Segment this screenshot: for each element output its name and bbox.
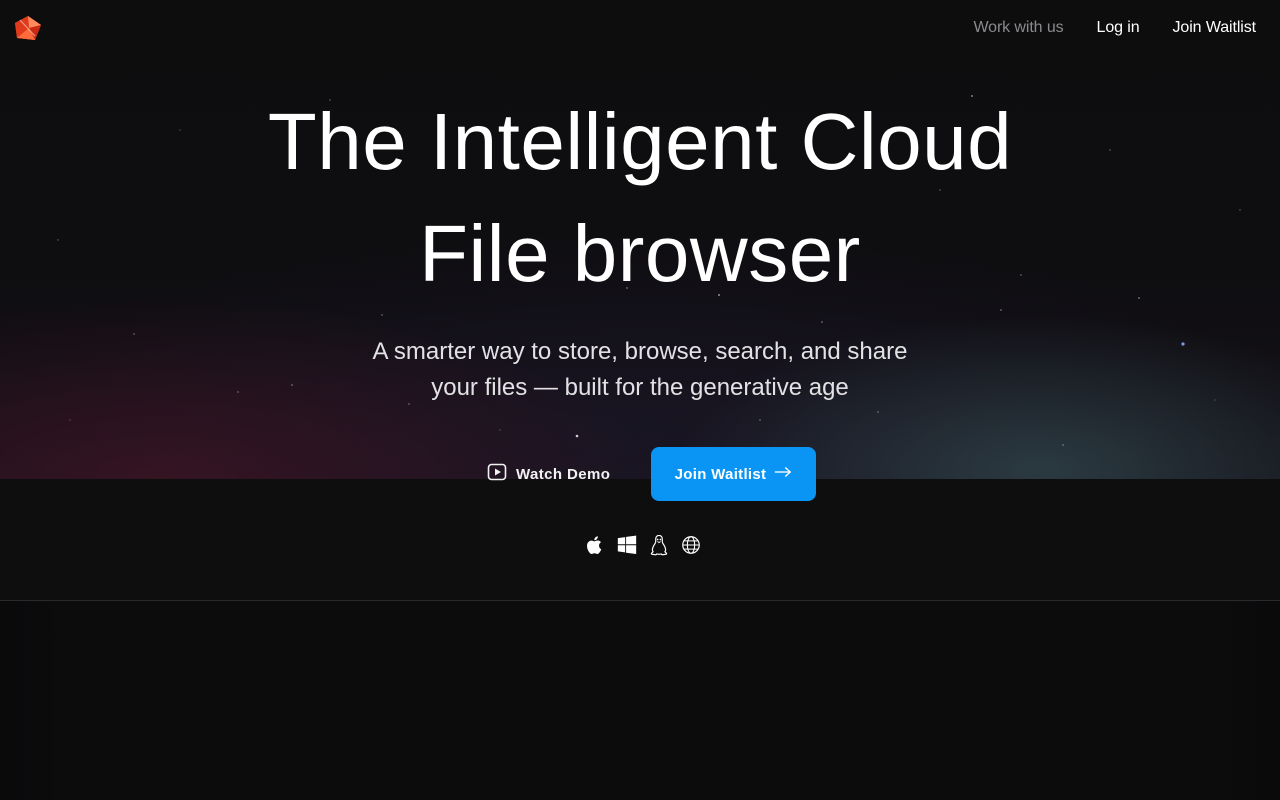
- hero-subheading-line-1: A smarter way to store, browse, search, …: [372, 338, 908, 365]
- globe-icon: [679, 533, 703, 557]
- play-icon: [487, 462, 507, 487]
- arrow-right-icon: [774, 465, 792, 484]
- linux-icon: [647, 533, 671, 557]
- windows-icon: [615, 533, 639, 557]
- hero-subheading-line-2: your files — built for the generative ag…: [431, 374, 849, 401]
- nav-join-waitlist-link[interactable]: Join Waitlist: [1173, 19, 1257, 37]
- hero-headline: The Intelligent Cloud File browser: [0, 86, 1280, 310]
- landing-page: Work with us Log in Join Waitlist The In…: [0, 0, 1280, 800]
- hero-headline-line-2: File browser: [419, 209, 861, 298]
- next-section: [0, 601, 1280, 800]
- join-waitlist-button[interactable]: Join Waitlist: [651, 447, 816, 501]
- nav-work-with-us-link[interactable]: Work with us: [973, 19, 1063, 37]
- hero-subheading: A smarter way to store, browse, search, …: [0, 334, 1280, 406]
- join-waitlist-label: Join Waitlist: [674, 465, 767, 483]
- nav-login-link[interactable]: Log in: [1097, 19, 1140, 37]
- cube-logo-icon[interactable]: [14, 14, 42, 42]
- top-nav: Work with us Log in Join Waitlist: [973, 16, 1256, 40]
- hero-headline-line-1: The Intelligent Cloud: [267, 97, 1013, 186]
- watch-demo-button[interactable]: Watch Demo: [487, 459, 610, 489]
- watch-demo-label: Watch Demo: [516, 465, 611, 483]
- apple-icon: [583, 533, 607, 557]
- platform-icons: [583, 532, 703, 558]
